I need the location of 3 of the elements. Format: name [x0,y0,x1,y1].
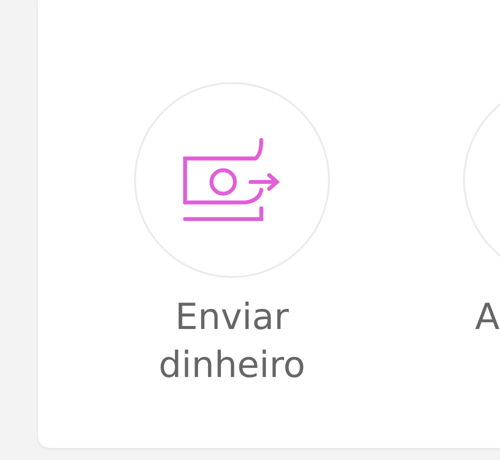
action-label: Enviar dinheiro [158,296,306,388]
action-label: A [474,296,500,340]
money-arrow-icon [183,137,281,223]
